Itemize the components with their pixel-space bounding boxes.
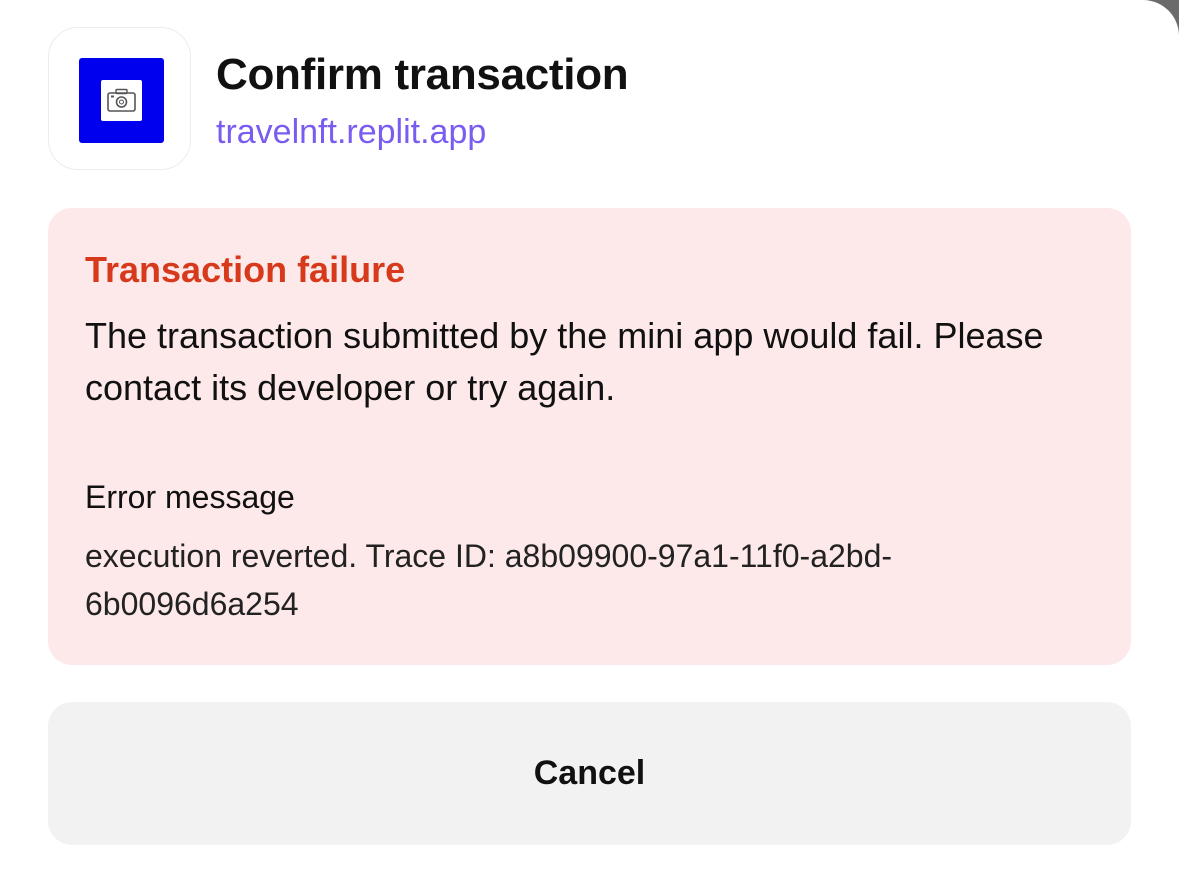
page-title: Confirm transaction bbox=[216, 50, 629, 99]
error-description: The transaction submitted by the mini ap… bbox=[85, 315, 1044, 408]
error-message-text: execution reverted. Trace ID: a8b09900-9… bbox=[85, 538, 893, 622]
error-message-label: Error message bbox=[85, 479, 295, 515]
app-header: Confirm transaction travelnft.replit.app bbox=[48, 27, 748, 172]
error-title: Transaction failure bbox=[85, 249, 406, 290]
app-icon bbox=[48, 27, 191, 170]
cancel-button-label: Cancel bbox=[533, 754, 646, 792]
app-url: travelnft.replit.app bbox=[216, 113, 487, 151]
app-icon-background bbox=[79, 58, 164, 143]
camera-icon bbox=[107, 88, 136, 112]
confirm-transaction-sheet: Confirm transaction travelnft.replit.app… bbox=[0, 0, 1179, 886]
error-panel: Transaction failure The transaction subm… bbox=[48, 208, 1131, 665]
app-icon-frame bbox=[101, 80, 142, 121]
cancel-button[interactable]: Cancel bbox=[48, 702, 1131, 845]
